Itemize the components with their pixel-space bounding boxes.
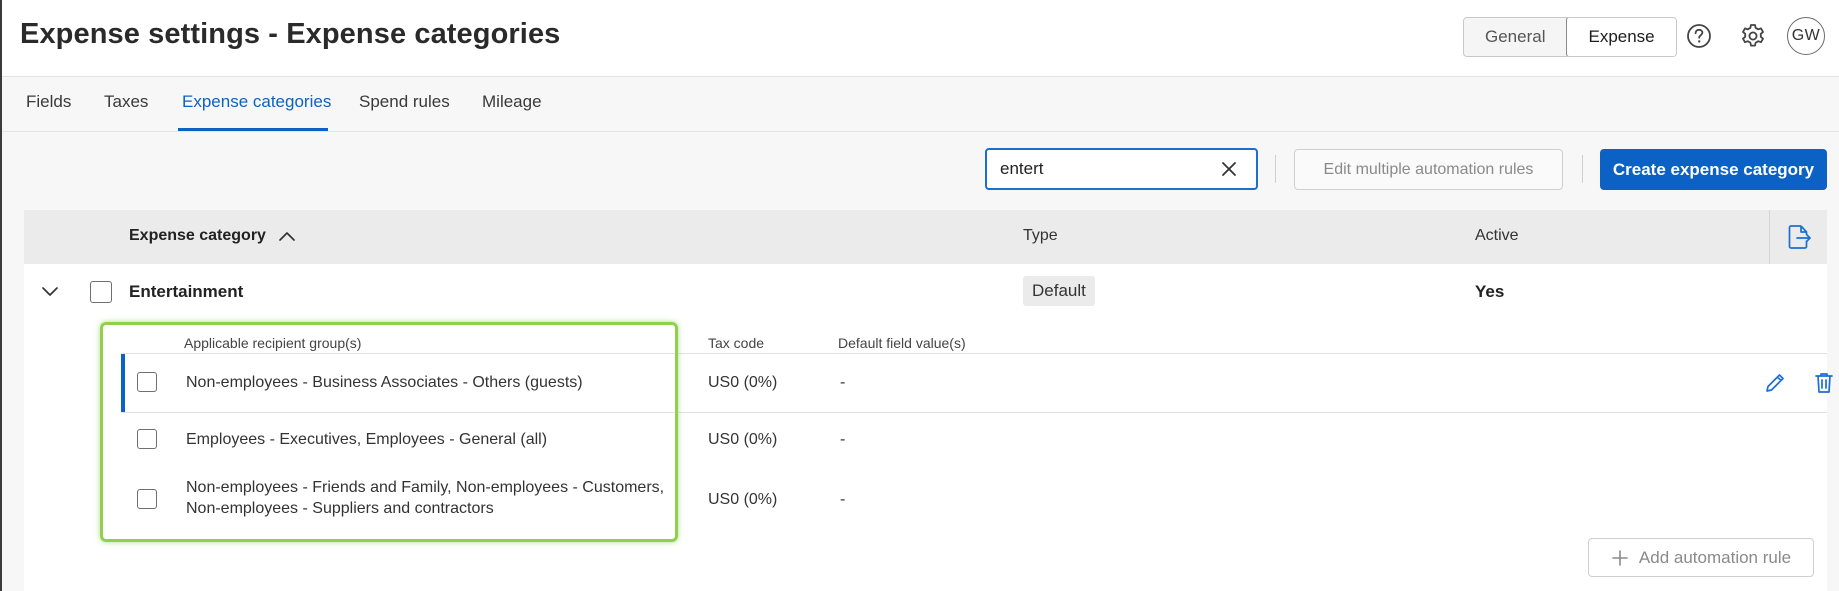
tab-expense-categories[interactable]: Expense categories bbox=[182, 92, 331, 112]
tax-code: US0 (0%) bbox=[708, 374, 778, 391]
automation-rule-row[interactable]: Non-employees - Friends and Family, Non-… bbox=[121, 469, 1827, 533]
recipient-groups: Non-employees - Business Associates - Ot… bbox=[186, 374, 583, 391]
active-value: Yes bbox=[1475, 282, 1505, 301]
toggle-expense[interactable]: Expense bbox=[1566, 18, 1676, 56]
clear-search-icon[interactable] bbox=[1219, 159, 1239, 179]
search-box bbox=[985, 148, 1258, 190]
tab-mileage[interactable]: Mileage bbox=[482, 92, 542, 112]
tab-fields[interactable]: Fields bbox=[26, 92, 71, 112]
toggle-general[interactable]: General bbox=[1464, 18, 1566, 56]
recipient-groups-line-1: Non-employees - Friends and Family, Non-… bbox=[186, 479, 665, 496]
plus-icon bbox=[1612, 549, 1628, 566]
add-automation-rule-button[interactable]: Add automation rule bbox=[1588, 538, 1814, 577]
rule-checkbox[interactable] bbox=[137, 372, 157, 392]
tab-spend-rules[interactable]: Spend rules bbox=[359, 92, 450, 112]
create-expense-category-button[interactable]: Create expense category bbox=[1600, 149, 1827, 190]
page-title: Expense settings - Expense categories bbox=[20, 18, 561, 50]
automation-rule-row[interactable]: Employees - Executives, Employees - Gene… bbox=[121, 413, 1827, 469]
edit-rule-pencil-icon[interactable] bbox=[1761, 369, 1789, 397]
rule-checkbox[interactable] bbox=[137, 429, 157, 449]
table-row: Entertainment Default Yes bbox=[24, 264, 1827, 318]
settings-tabs: Fields Taxes Expense categories Spend ru… bbox=[2, 77, 1839, 132]
rule-checkbox[interactable] bbox=[137, 489, 157, 509]
export-icon[interactable] bbox=[1769, 210, 1828, 264]
gear-icon[interactable] bbox=[1737, 20, 1769, 52]
subcolumn-default-field-values: Default field value(s) bbox=[838, 335, 966, 351]
avatar[interactable]: GW bbox=[1787, 17, 1825, 55]
automation-rule-row[interactable]: Non-employees - Business Associates - Ot… bbox=[121, 354, 1833, 412]
toolbar-divider bbox=[1582, 155, 1583, 183]
help-icon[interactable] bbox=[1683, 20, 1715, 52]
category-name: Entertainment bbox=[129, 282, 244, 301]
default-field-values: - bbox=[840, 374, 846, 391]
search-input[interactable] bbox=[1000, 158, 1210, 180]
add-automation-rule-label: Add automation rule bbox=[1638, 547, 1792, 567]
type-badge: Default bbox=[1023, 276, 1095, 306]
tax-code: US0 (0%) bbox=[708, 431, 778, 448]
column-header-label: Expense category bbox=[129, 227, 266, 244]
chevron-down-icon[interactable] bbox=[40, 283, 60, 299]
tax-code: US0 (0%) bbox=[708, 491, 778, 508]
column-header-active: Active bbox=[1475, 227, 1519, 244]
settings-mode-toggle: General Expense bbox=[1463, 17, 1677, 57]
expense-categories-table: Expense category Type Active Entertainme… bbox=[24, 210, 1833, 591]
tab-taxes[interactable]: Taxes bbox=[104, 92, 148, 112]
default-field-values: - bbox=[840, 491, 846, 508]
active-tab-indicator bbox=[178, 128, 328, 131]
recipient-groups-line-2: Non-employees - Suppliers and contractor… bbox=[186, 500, 494, 517]
delete-rule-trash-icon[interactable] bbox=[1810, 369, 1838, 397]
column-header-expense-category[interactable]: Expense category bbox=[129, 227, 296, 245]
sort-ascending-icon bbox=[279, 231, 296, 241]
row-checkbox[interactable] bbox=[90, 281, 112, 303]
page-header: Expense settings - Expense categories Ge… bbox=[2, 0, 1839, 77]
recipient-groups: Employees - Executives, Employees - Gene… bbox=[186, 431, 548, 448]
row-selection-indicator bbox=[121, 354, 125, 412]
subcolumn-recipient-groups: Applicable recipient group(s) bbox=[184, 335, 362, 351]
subcolumn-tax-code: Tax code bbox=[708, 335, 765, 351]
column-header-type: Type bbox=[1023, 227, 1058, 244]
default-field-values: - bbox=[840, 431, 846, 448]
table-header: Expense category Type Active bbox=[24, 210, 1827, 264]
edit-multiple-automation-rules-button[interactable]: Edit multiple automation rules bbox=[1294, 149, 1563, 190]
toolbar-divider bbox=[1275, 155, 1276, 183]
